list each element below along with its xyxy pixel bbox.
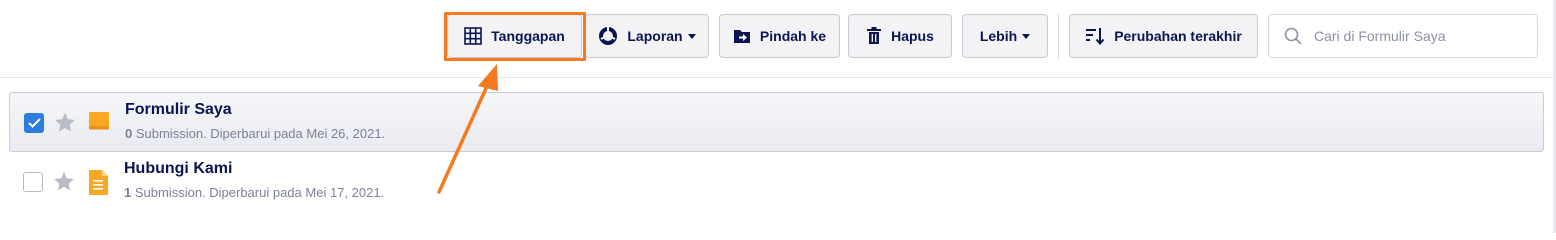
- form-meta-text: Submission. Diperbarui pada Mei 17, 2021…: [131, 185, 385, 200]
- star-icon[interactable]: [53, 171, 75, 197]
- folder-form-icon: [88, 111, 110, 138]
- sort-button[interactable]: Perubahan terakhir: [1069, 14, 1258, 58]
- trash-icon: [866, 27, 882, 45]
- chevron-down-icon: [687, 33, 696, 39]
- row-checkbox[interactable]: [23, 172, 43, 192]
- table-grid-icon: [464, 27, 482, 45]
- sort-icon: [1085, 27, 1105, 45]
- move-folder-icon: [733, 28, 751, 44]
- responses-label: Tanggapan: [491, 28, 565, 44]
- form-meta: 1 Submission. Diperbarui pada Mei 17, 20…: [124, 185, 384, 200]
- search-input[interactable]: [1314, 28, 1514, 44]
- toolbar: Tanggapan Laporan Pindah ke Hapus Lebih …: [0, 0, 1556, 78]
- form-row-formulir-saya[interactable]: Formulir Saya 0 Submission. Diperbarui p…: [9, 92, 1544, 152]
- chevron-down-icon: [1022, 33, 1031, 39]
- toolbar-divider: [1058, 14, 1059, 60]
- sort-label: Perubahan terakhir: [1114, 28, 1242, 44]
- form-title[interactable]: Formulir Saya: [125, 101, 232, 119]
- delete-button[interactable]: Hapus: [848, 14, 952, 58]
- star-icon[interactable]: [54, 112, 76, 138]
- form-meta: 0 Submission. Diperbarui pada Mei 26, 20…: [125, 126, 385, 141]
- reports-label: Laporan: [627, 28, 683, 44]
- row-checkbox-checked[interactable]: [24, 113, 44, 133]
- delete-label: Hapus: [891, 28, 934, 44]
- form-row-hubungi-kami[interactable]: Hubungi Kami 1 Submission. Diperbarui pa…: [9, 152, 1544, 212]
- move-to-label: Pindah ke: [759, 28, 827, 44]
- form-title[interactable]: Hubungi Kami: [124, 160, 232, 178]
- more-button[interactable]: Lebih: [962, 14, 1048, 58]
- move-to-button[interactable]: Pindah ke: [719, 14, 840, 58]
- document-form-icon: [87, 170, 109, 201]
- responses-button[interactable]: Tanggapan: [447, 14, 582, 58]
- checkmark-icon: [27, 118, 41, 128]
- form-meta-text: Submission. Diperbarui pada Mei 26, 2021…: [132, 126, 386, 141]
- search-box: [1268, 14, 1538, 58]
- reports-button[interactable]: Laporan: [585, 14, 709, 58]
- report-chart-icon: [598, 26, 618, 46]
- search-icon: [1284, 27, 1302, 45]
- more-label: Lebih: [979, 28, 1018, 44]
